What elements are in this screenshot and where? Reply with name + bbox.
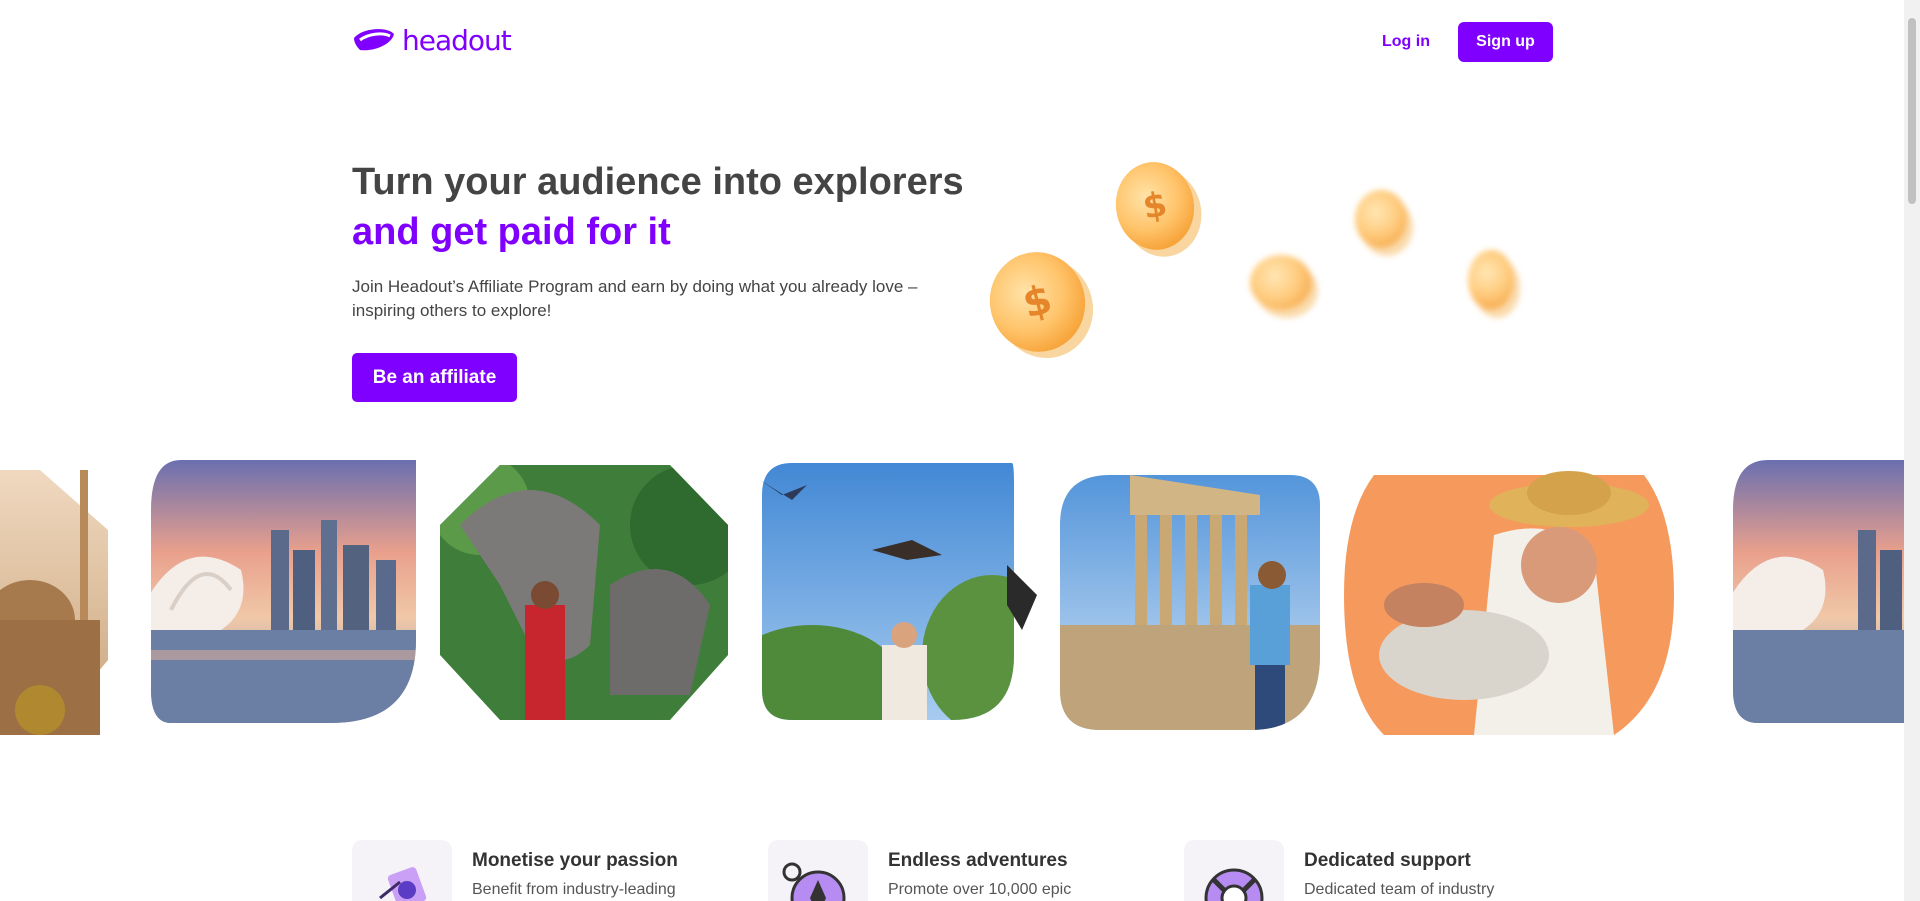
singapore-skyline-image-repeat	[1718, 460, 1904, 723]
feature-title: Dedicated support	[1304, 850, 1471, 871]
coin-symbol: $	[1018, 276, 1057, 328]
features-section: Monetise your passion Benefit from indus…	[0, 838, 1904, 901]
coin-symbol: $	[1139, 184, 1171, 228]
signup-button[interactable]: Sign up	[1458, 22, 1553, 62]
hero-title: Turn your audience into explorers	[352, 161, 964, 203]
compass-icon	[768, 840, 868, 901]
headout-logo[interactable]: headout	[352, 24, 512, 57]
coin-icon	[1468, 250, 1514, 310]
singapore-skyline-image	[131, 460, 416, 723]
destination-gallery	[0, 455, 1904, 735]
coin-icon	[1355, 190, 1407, 248]
feature-title: Monetise your passion	[472, 850, 678, 871]
feature-desc: Promote over 10,000 epic	[888, 881, 1072, 898]
site-header: headout Log in Sign up	[0, 0, 1904, 84]
hero-subtitle: Join Headout’s Affiliate Program and ear…	[352, 277, 918, 320]
money-icon	[352, 840, 452, 901]
hero-title-accent: and get paid for it	[352, 211, 671, 253]
be-an-affiliate-button[interactable]: Be an affiliate	[352, 353, 517, 402]
cooking-class-image	[1344, 455, 1674, 735]
feature-title: Endless adventures	[888, 850, 1068, 871]
scrollbar-thumb[interactable]	[1908, 18, 1916, 204]
lifebuoy-icon	[1184, 840, 1284, 901]
birds-falconry-image	[752, 455, 1037, 725]
coin-icon: $	[978, 241, 1097, 363]
feature-desc: Benefit from industry-leading	[472, 881, 676, 898]
login-button[interactable]: Log in	[1366, 22, 1446, 62]
coin-icon	[1250, 255, 1312, 310]
elephants-image	[440, 465, 728, 720]
parthenon-image	[1060, 455, 1322, 730]
feature-desc: Dedicated team of industry	[1304, 881, 1495, 898]
page-scrollbar[interactable]	[1904, 0, 1920, 901]
istanbul-mosque-image	[0, 470, 108, 735]
coin-icon: $	[1108, 155, 1202, 257]
headout-logo-icon	[354, 28, 394, 50]
logo-text: headout	[402, 24, 512, 57]
